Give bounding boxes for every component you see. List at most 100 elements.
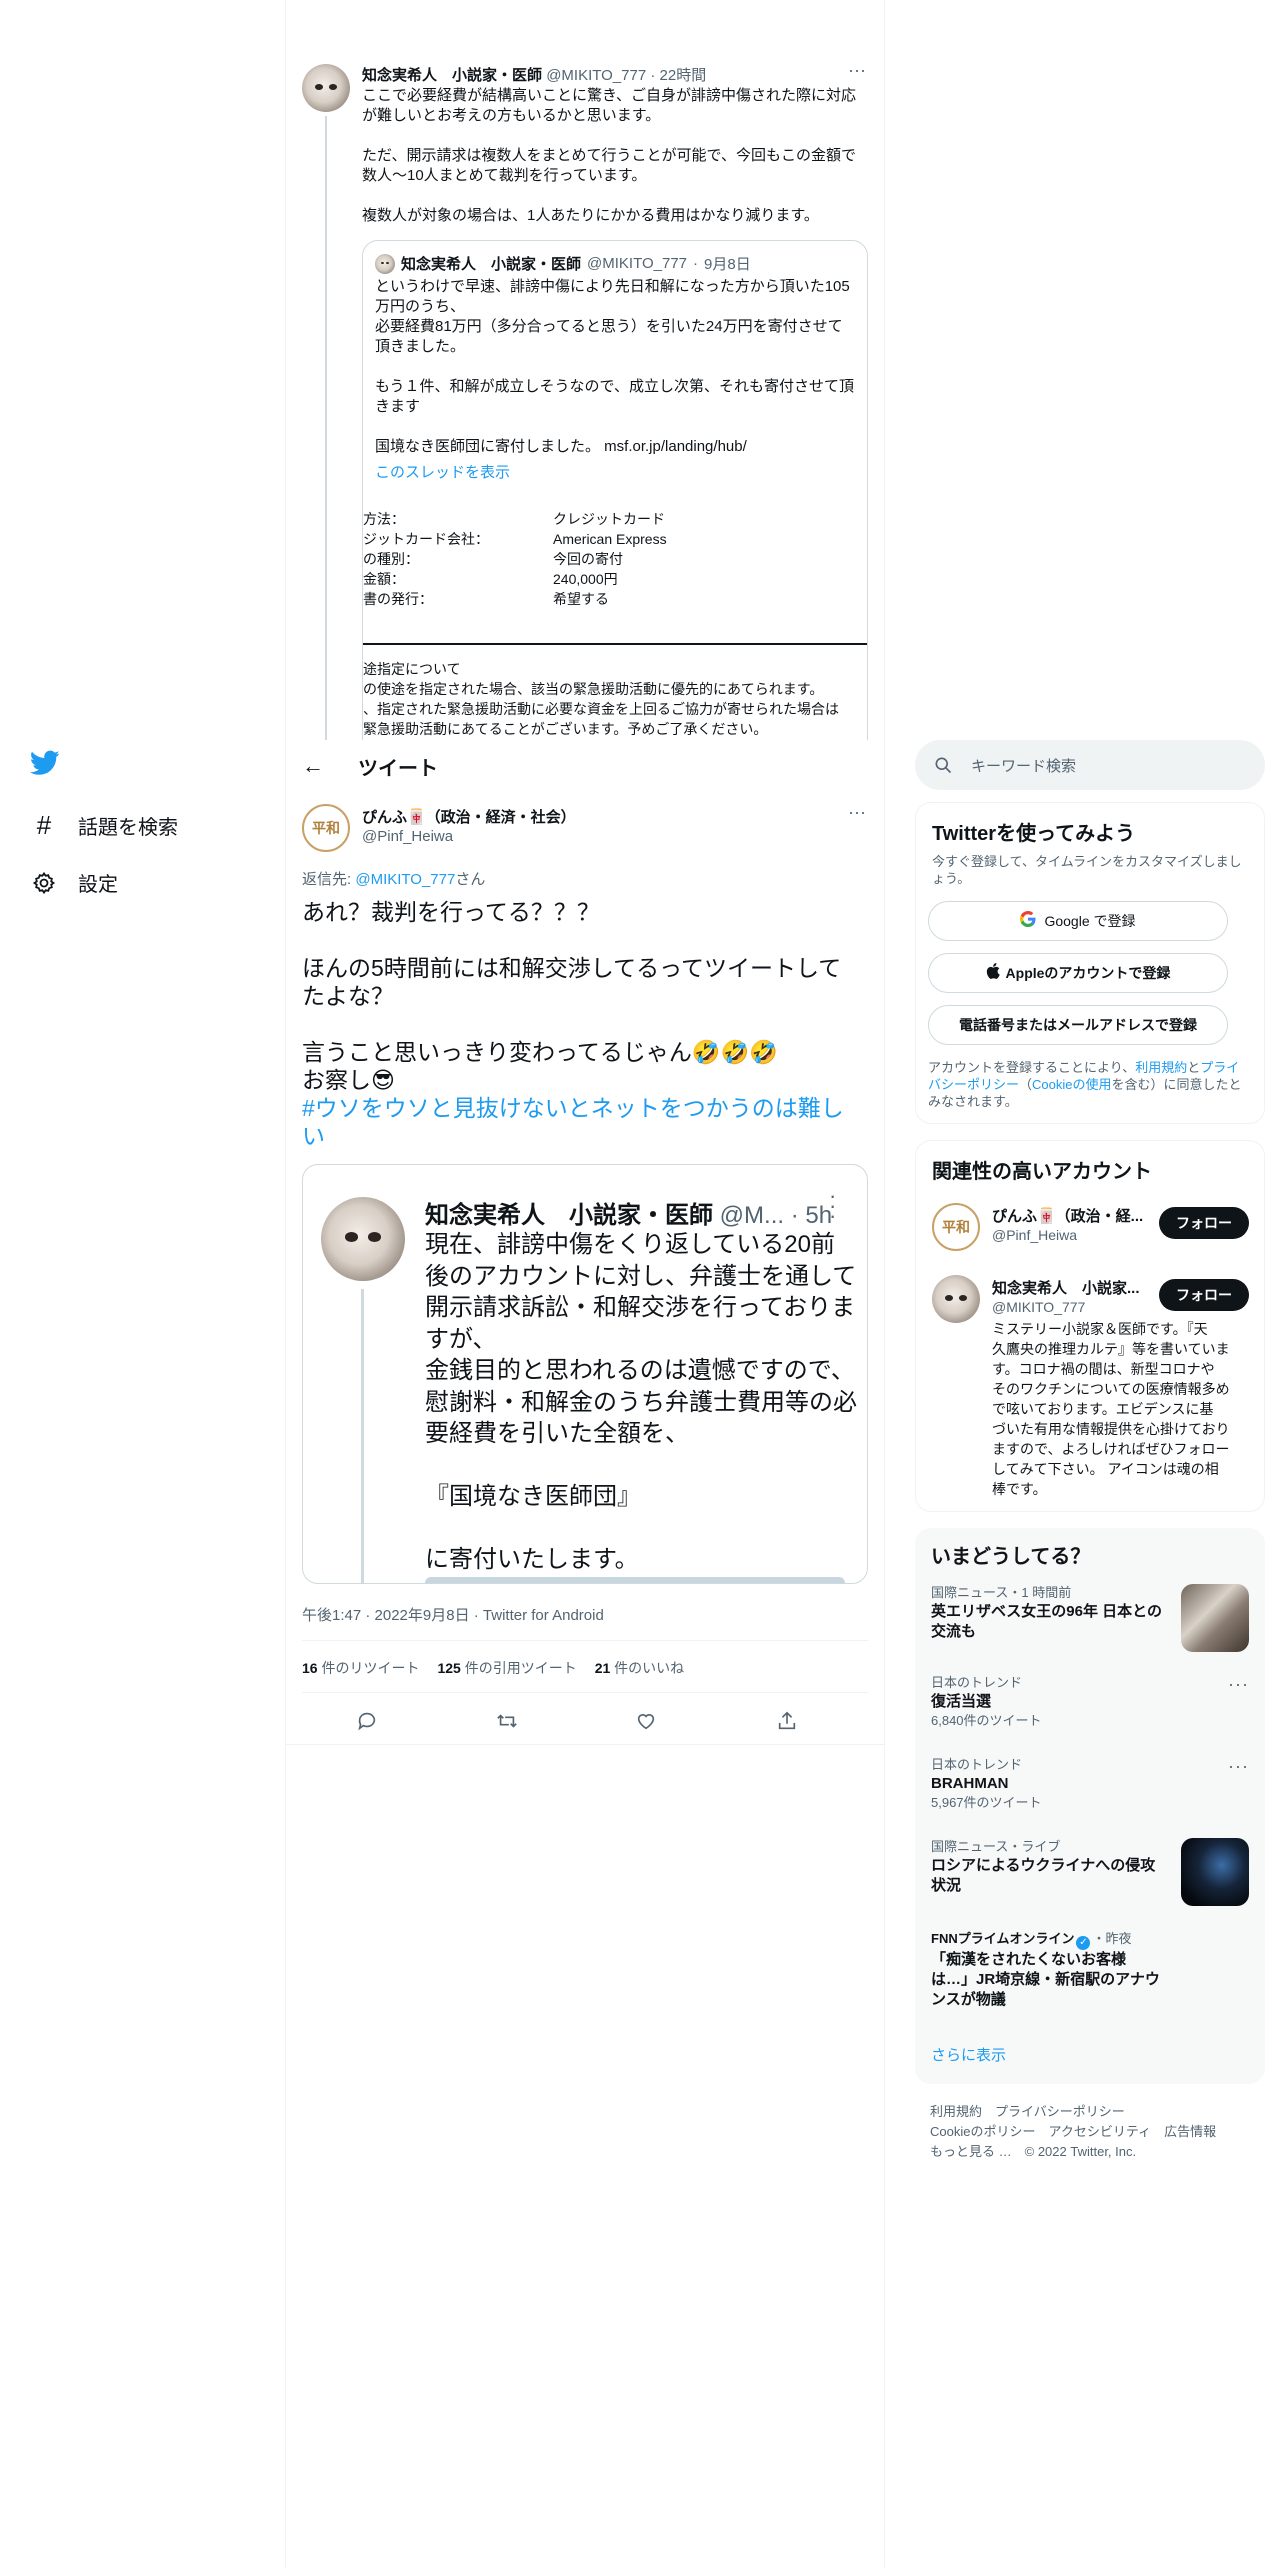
receipt-row: 方法： クレジットカード [363, 509, 863, 529]
parent-tweet[interactable]: 知念実希人 小説家・医師 @MIKITO_777 · 22時間 ··· ここで必… [286, 0, 884, 740]
bio-line: ますので、よろしければぜひフォロー [992, 1441, 1230, 1457]
text-line [375, 417, 859, 437]
account-handle[interactable]: @Pinf_Heiwa [992, 1227, 1077, 1243]
author-name[interactable]: ぴんふ🀄（政治・経済・社会） [362, 806, 576, 827]
footer-link[interactable]: アクセシビリティ [1048, 2124, 1151, 2139]
author-handle[interactable]: @MIKITO_777 [546, 67, 646, 84]
avatar [375, 253, 395, 274]
tweet-image[interactable]: 知念実希人 小説家・医師 @M... · 5h · · · 現在、誹謗中傷をくり返し… [302, 1164, 868, 1584]
quoted-text: というわけで早速、誹謗中傷により先日和解になった方から頂いた105 万円のうち、必… [375, 277, 859, 457]
notice-line: 、指定された緊急援助活動に必要な資金を上回るご協力が寄せられた場合は [363, 701, 839, 717]
footer-link[interactable]: プライバシーポリシー [995, 2104, 1125, 2119]
like-count[interactable]: 21 件のいいね [595, 1658, 684, 1678]
hashtag-link[interactable]: #ウソをウソと見抜けないとネットをつかうのは難しい [302, 1094, 868, 1150]
text-line: 現在、誹謗中傷をくり返している20前 [425, 1231, 835, 1258]
trend-count: 5,967件のツイート [931, 1795, 1042, 1810]
terms-link[interactable]: Cookieの使用 [1032, 1077, 1111, 1092]
more-icon[interactable]: ··· [1228, 1674, 1249, 1695]
google-signup-button[interactable]: Google で登録 [928, 901, 1228, 941]
google-icon [1020, 910, 1036, 932]
action-bar [302, 1698, 868, 1744]
avatar[interactable] [302, 64, 350, 112]
more-icon[interactable]: ··· [848, 60, 866, 81]
phone-email-signup-button[interactable]: 電話番号またはメールアドレスで登録 [928, 1005, 1228, 1045]
author-handle[interactable]: @Pinf_Heiwa [362, 828, 453, 845]
copyright: © 2022 Twitter, Inc. [1024, 2144, 1137, 2159]
account-handle[interactable]: @MIKITO_777 [992, 1299, 1085, 1315]
hashtag-line: #ウソをウソと見抜けないとネットをつかうのは難し [302, 1095, 844, 1121]
footer-link[interactable]: Cookieのポリシー [930, 2124, 1035, 2139]
tweet-text: あれ？裁判を行ってる？？？ ほんの5時間前には和解交渉してるってツイートして たよ… [302, 898, 868, 1094]
follow-button[interactable]: フォロー [1159, 1207, 1249, 1239]
retweet-count[interactable]: 16 件のリツイート [302, 1658, 419, 1678]
text-line [425, 1450, 855, 1482]
text-line: ただ、開示請求は複数人をまとめて行うことが可能で、今回もこの金額で [362, 147, 856, 164]
search-placeholder: キーワード検索 [971, 758, 1077, 775]
share-icon[interactable] [776, 1710, 798, 1737]
right-column-divider [884, 0, 885, 2568]
gear-icon [30, 871, 58, 895]
search-input[interactable]: キーワード検索 [915, 740, 1265, 790]
avatar[interactable] [932, 1275, 980, 1323]
more-icon[interactable]: ··· [848, 802, 866, 823]
retweet-icon[interactable] [495, 1710, 519, 1737]
sidebar-item-explore[interactable]: # 話題を検索 [30, 810, 178, 841]
thread-line [361, 1289, 364, 1583]
text-line: 慰謝料・和解金のうち弁護士費用等の必 [425, 1388, 857, 1416]
follow-button[interactable]: フォロー [1159, 1279, 1249, 1311]
hashtag-icon: # [36, 810, 52, 840]
reply-icon[interactable] [356, 1710, 378, 1737]
trend-item[interactable]: 日本のトレンド 復活当選 6,840件のツイート ··· [931, 1674, 1249, 1730]
avatar[interactable]: 平和 [302, 804, 350, 852]
receipt-image[interactable]: 方法： クレジットカード ジットカード会社： American Express の種別：… [363, 501, 867, 740]
twitter-logo-icon[interactable] [29, 750, 60, 781]
trend-title-line: ンスが物議 [931, 1991, 1006, 2008]
trend-time: ・昨夜 [1092, 1931, 1132, 1946]
receipt-value: 今回の寄付 [553, 551, 623, 567]
avatar[interactable]: 平和 [932, 1203, 980, 1251]
embed-author-name: 知念実希人 小説家・医師 [425, 1202, 713, 1229]
footer-link[interactable]: もっと見る … [930, 2144, 1012, 2159]
verified-badge-icon: ✓ [1076, 1936, 1091, 1950]
account-name[interactable]: 知念実希人 小説家... [992, 1277, 1140, 1298]
signup-subtitle: 今すぐ登録して、タイムラインをカスタマイズしまし ょう。 [932, 854, 1242, 886]
terms-line: アカウントを登録することにより、利用規約とプライ [928, 1059, 1244, 1076]
terms-link[interactable]: プライ [1200, 1060, 1239, 1075]
quoted-tweet[interactable]: 知念実希人 小説家・医師 @MIKITO_777 · 9月8日 というわけで早速… [362, 240, 868, 740]
avatar [321, 1197, 405, 1281]
show-thread-link[interactable]: このスレッドを表示 [375, 461, 510, 482]
signup-title: Twitterを使ってみよう [932, 823, 1136, 845]
show-more-link[interactable]: さらに表示 [931, 2044, 1006, 2065]
thread-line [325, 116, 327, 740]
trend-item[interactable]: 国際ニュース・1 時間前 英エリザベス女王の96年 日本との 交流も [931, 1584, 1249, 1652]
trend-meta: 日本のトレンド [931, 1675, 1023, 1690]
receipt-key: 金額： [363, 571, 405, 587]
reply-to-link[interactable]: @MIKITO_777 [355, 871, 455, 888]
trend-item[interactable]: FNNプライムオンライン ✓ ・昨夜 「痴漢をされたくないお客様 は…」JR埼京線・新宿… [931, 1930, 1249, 2010]
apple-icon [986, 963, 1000, 983]
more-icon[interactable]: ··· [1228, 1756, 1249, 1777]
bio-line: してみて下さい。 アイコンは魂の相 [992, 1461, 1219, 1477]
trend-title-line: 「痴漢をされたくないお客様 [931, 1951, 1127, 1968]
trend-item[interactable]: 日本のトレンド BRAHMAN 5,967件のツイート ··· [931, 1756, 1249, 1812]
trend-item[interactable]: 国際ニュース・ライブ ロシアによるウクライナへの侵攻 状況 [931, 1838, 1249, 1906]
text-line: 頂きました。 [375, 338, 466, 355]
receipt-notice: 途指定について の使途を指定された場合、該当の緊急援助活動に優先的にあてられます。… [363, 659, 863, 739]
terms-text: （ [1019, 1077, 1033, 1092]
tweet-time[interactable]: 22時間 [660, 67, 707, 84]
apple-signup-button[interactable]: Appleのアカウントで登録 [928, 953, 1228, 993]
footer-link[interactable]: 広告情報 [1164, 2124, 1216, 2139]
like-icon[interactable] [635, 1710, 657, 1737]
author-name[interactable]: 知念実希人 小説家・医師 [362, 67, 542, 84]
footer-link[interactable]: 利用規約 [930, 2104, 982, 2119]
receipt-row: 金額： 240,000円 [363, 569, 863, 589]
sidebar-item-settings[interactable]: 設定 [30, 868, 118, 897]
news-thumbnail-queen [1181, 1584, 1249, 1652]
terms-link[interactable]: バシーポリシー [928, 1077, 1019, 1092]
terms-link[interactable]: 利用規約 [1135, 1060, 1187, 1075]
account-name[interactable]: ぴんふ🀄（政治・経... [992, 1205, 1143, 1226]
trends-title: いまどうしてる？ [931, 1546, 1091, 1568]
back-arrow-icon[interactable]: ← [302, 753, 324, 779]
quote-count[interactable]: 125 件の引用ツイート [437, 1658, 576, 1678]
text-line: お察し😎 [302, 1067, 395, 1093]
